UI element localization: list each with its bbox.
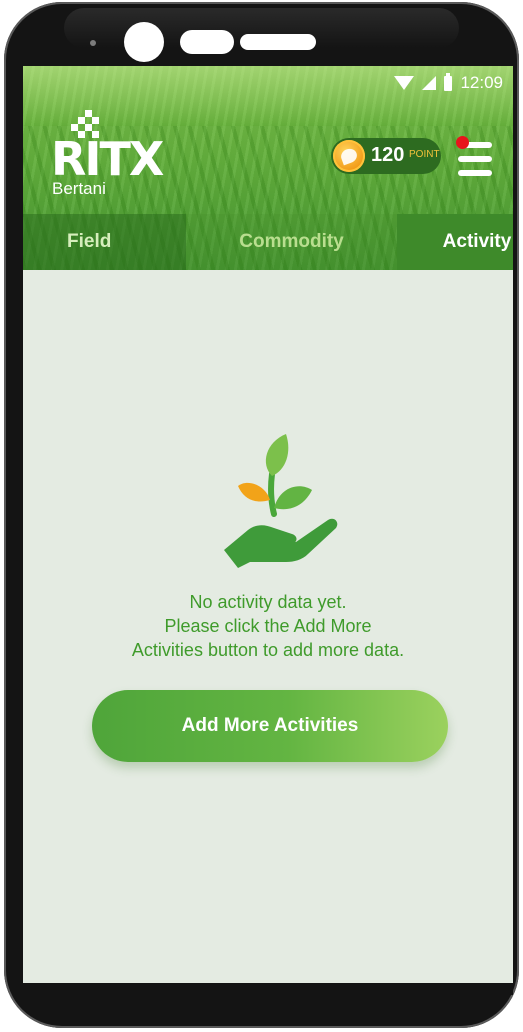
earpiece-speaker	[240, 34, 316, 50]
status-bar: 12:09	[394, 72, 503, 94]
app-header: 12:09 RITX Bertani 120 POINT Field Commo…	[23, 66, 513, 270]
points-badge[interactable]: 120 POINT	[331, 138, 441, 174]
phone-frame: 12:09 RITX Bertani 120 POINT Field Commo…	[4, 2, 519, 1028]
points-value: 120	[371, 144, 405, 166]
empty-state-message: No activity data yet. Please click the A…	[23, 590, 513, 662]
empty-state-line-2: Please click the Add More	[164, 616, 372, 636]
logo-subtitle: Bertani	[52, 179, 106, 198]
empty-state-line-1: No activity data yet.	[189, 592, 347, 612]
app-logo: RITX Bertani	[51, 110, 164, 198]
tab-bar: Field Commodity Activity	[23, 214, 513, 270]
coin-icon	[333, 140, 365, 172]
signal-icon	[422, 76, 437, 90]
proximity-sensor	[180, 30, 234, 54]
tab-field[interactable]: Field	[23, 214, 186, 270]
app-screen: 12:09 RITX Bertani 120 POINT Field Commo…	[23, 66, 513, 983]
plant-in-hand-icon	[208, 434, 338, 568]
phone-bottom-bezel	[23, 983, 513, 995]
add-more-activities-button[interactable]: Add More Activities	[92, 690, 448, 762]
front-camera	[124, 22, 164, 62]
wifi-icon	[394, 76, 415, 90]
tab-commodity[interactable]: Commodity	[186, 214, 397, 270]
logo-wordmark: RITX	[51, 132, 164, 186]
points-unit: POINT	[409, 149, 440, 160]
menu-button[interactable]	[456, 136, 494, 178]
status-time: 12:09	[460, 73, 503, 92]
notification-dot	[456, 136, 469, 149]
battery-icon	[444, 72, 453, 91]
empty-state-line-3: Activities button to add more data.	[131, 640, 405, 660]
front-sensor-dot	[90, 40, 96, 46]
tab-activity[interactable]: Activity	[397, 214, 513, 270]
